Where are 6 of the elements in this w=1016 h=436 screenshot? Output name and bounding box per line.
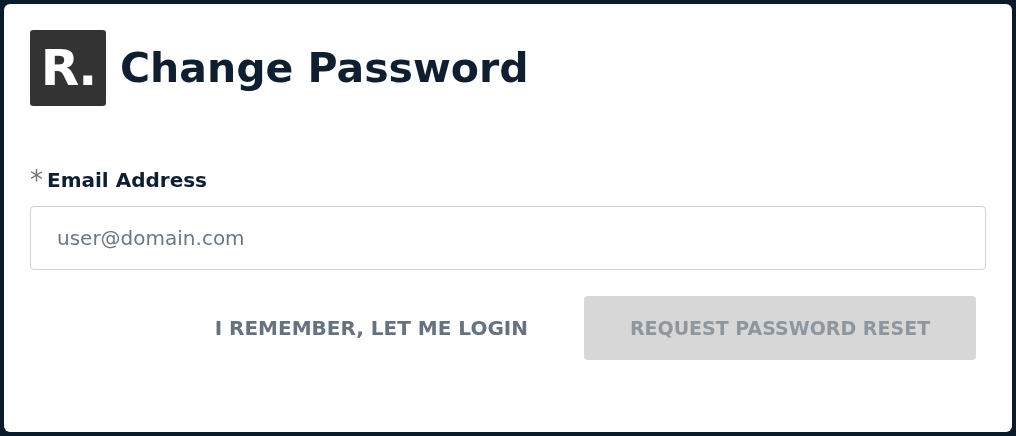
page-title: Change Password (120, 44, 529, 92)
required-mark: * (30, 170, 43, 190)
field-label: Email Address (47, 168, 208, 192)
login-link[interactable]: I REMEMBER, LET ME LOGIN (198, 296, 544, 360)
email-field[interactable]: user@domain.com (30, 206, 986, 270)
logo-icon: R. (30, 30, 106, 106)
